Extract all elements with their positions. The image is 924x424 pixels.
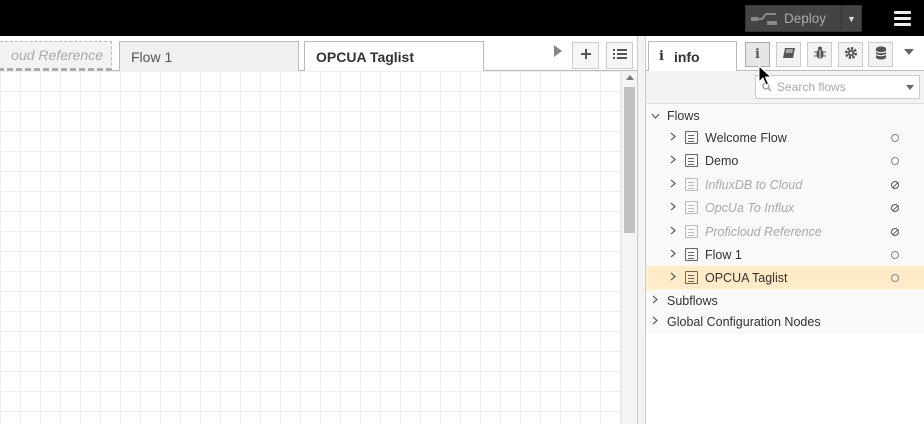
- tree-header-label: Global Configuration Nodes: [667, 314, 821, 329]
- flow-label: Welcome Flow: [705, 130, 787, 145]
- chevron-right-icon[interactable]: [650, 295, 660, 307]
- sidebar-tabbar: i info i: [646, 36, 924, 72]
- list-item[interactable]: InfluxDB to Cloud: [646, 173, 924, 196]
- flow-icon: [685, 154, 698, 167]
- scroll-up-icon[interactable]: [626, 75, 634, 80]
- chevron-right-icon[interactable]: [668, 202, 678, 214]
- list-item[interactable]: Flow 1: [646, 243, 924, 266]
- list-flows-button[interactable]: [606, 42, 633, 69]
- sidebar-splitter[interactable]: [637, 36, 646, 424]
- flow-icon: [685, 225, 698, 238]
- tree-header-label: Flows: [667, 108, 700, 123]
- canvas-vertical-scrollbar[interactable]: [621, 71, 637, 424]
- tree-header-flows[interactable]: Flows: [646, 104, 924, 127]
- chevron-right-icon[interactable]: [668, 155, 678, 167]
- list-item[interactable]: Welcome Flow: [646, 126, 924, 149]
- info-icon: i: [659, 49, 664, 64]
- sidebar-dropdown-icon[interactable]: [904, 49, 914, 55]
- sidebar-tab-label: info: [673, 48, 700, 65]
- search-row: [646, 71, 924, 104]
- list-item[interactable]: Proficloud Reference: [646, 220, 924, 243]
- bug-icon: [813, 46, 826, 63]
- search-flows-field[interactable]: [755, 75, 920, 99]
- chevron-down-icon[interactable]: [650, 110, 660, 122]
- sidebar-tab-info[interactable]: i info: [648, 41, 737, 72]
- status-disabled-icon[interactable]: [891, 203, 899, 212]
- tab-proficloud-reference[interactable]: oud Reference: [0, 41, 112, 71]
- flow-icon: [685, 201, 698, 214]
- workspace-tabbar: oud Reference Flow 1 OPCUA Taglist: [0, 36, 637, 72]
- mouse-pointer-icon: [758, 64, 773, 90]
- status-enabled-icon[interactable]: [891, 250, 899, 259]
- tab-opcua-taglist[interactable]: OPCUA Taglist: [304, 41, 484, 72]
- tab-label: oud Reference: [11, 47, 103, 63]
- info-icon: i: [755, 47, 760, 62]
- tab-scroll-right-icon[interactable]: [553, 44, 563, 61]
- sidebar-context-button[interactable]: [868, 42, 893, 67]
- status-enabled-icon[interactable]: [891, 133, 899, 142]
- scrollbar-thumb[interactable]: [624, 87, 635, 233]
- plus-icon: [580, 47, 592, 65]
- list-item-selected[interactable]: OPCUA Taglist: [646, 266, 924, 289]
- database-icon: [875, 46, 887, 63]
- hamburger-menu-icon[interactable]: [887, 6, 917, 30]
- chevron-right-icon[interactable]: [668, 179, 678, 191]
- deploy-label: Deploy: [784, 11, 827, 26]
- gear-icon: [844, 46, 858, 63]
- deploy-button[interactable]: Deploy ▼: [745, 5, 862, 32]
- flow-label: OPCUA Taglist: [705, 270, 788, 285]
- deploy-dropdown-icon[interactable]: ▼: [841, 6, 861, 31]
- list-icon: [612, 47, 627, 65]
- status-enabled-icon[interactable]: [891, 273, 899, 282]
- sidebar-debug-button[interactable]: [807, 42, 832, 67]
- flow-icon: [685, 271, 698, 284]
- sidebar-help-button[interactable]: [776, 42, 801, 67]
- status-disabled-icon[interactable]: [891, 180, 899, 189]
- chevron-right-icon[interactable]: [668, 272, 678, 284]
- search-options-icon[interactable]: [906, 85, 914, 90]
- tree-header-global-config[interactable]: Global Configuration Nodes: [646, 310, 924, 333]
- status-enabled-icon[interactable]: [891, 156, 899, 165]
- header-bar: Deploy ▼: [0, 0, 924, 36]
- sidebar-config-button[interactable]: [838, 42, 863, 67]
- status-disabled-icon[interactable]: [891, 227, 899, 236]
- flow-canvas[interactable]: [0, 71, 621, 424]
- flow-label: OpcUa To Influx: [705, 200, 795, 215]
- chevron-right-icon[interactable]: [668, 226, 678, 238]
- chevron-right-icon[interactable]: [668, 132, 678, 144]
- tree-header-subflows[interactable]: Subflows: [646, 289, 924, 312]
- flow-tree: Flows Welcome Flow Demo InfluxDB to Clou…: [646, 104, 924, 334]
- flow-label: Proficloud Reference: [705, 224, 822, 239]
- tree-header-label: Subflows: [667, 293, 718, 308]
- flow-icon: [685, 248, 698, 261]
- flow-label: Demo: [705, 153, 739, 168]
- search-flows-input[interactable]: [777, 80, 897, 94]
- list-item[interactable]: Demo: [646, 149, 924, 172]
- flow-icon: [685, 178, 698, 191]
- sidebar: i info i Search flows Flows Welcome Flow…: [646, 36, 924, 424]
- chevron-right-icon[interactable]: [650, 316, 660, 328]
- flow-label: Flow 1: [705, 247, 742, 262]
- deploy-icon: [746, 6, 782, 31]
- tab-label: Flow 1: [131, 48, 173, 65]
- add-flow-button[interactable]: [572, 42, 599, 69]
- flow-label: InfluxDB to Cloud: [705, 177, 803, 192]
- tab-label: OPCUA Taglist: [316, 48, 415, 65]
- tab-flow-1[interactable]: Flow 1: [119, 41, 299, 71]
- sidebar-info-button[interactable]: i: [745, 42, 770, 67]
- flow-icon: [685, 131, 698, 144]
- chevron-right-icon[interactable]: [668, 249, 678, 261]
- list-item[interactable]: OpcUa To Influx: [646, 196, 924, 219]
- book-icon: [782, 47, 796, 62]
